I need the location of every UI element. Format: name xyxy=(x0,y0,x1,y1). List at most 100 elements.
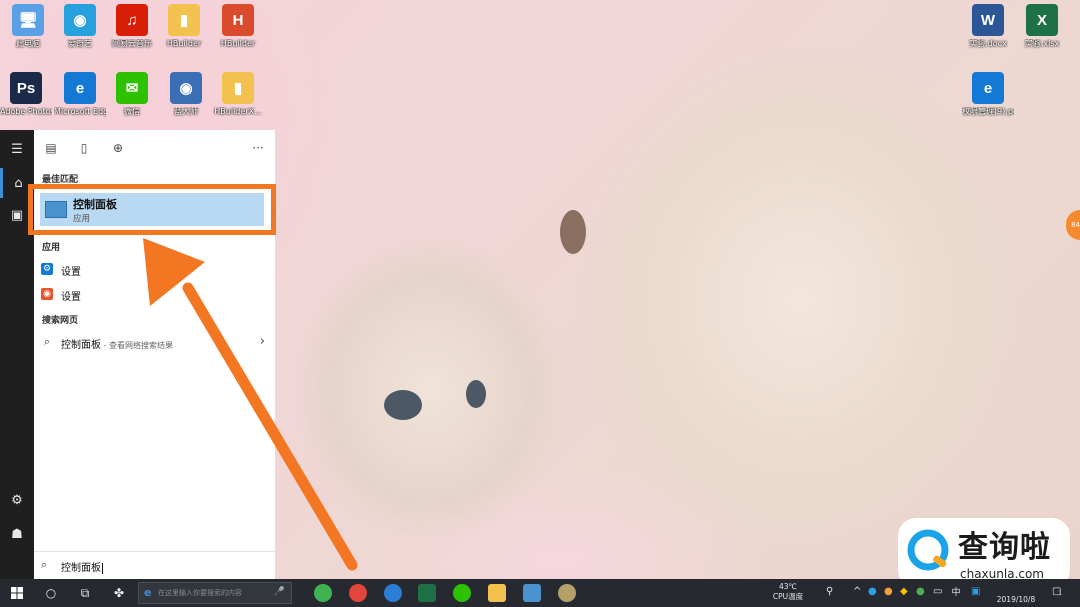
kitten-eye xyxy=(384,390,422,420)
taskbar-excel-icon[interactable] xyxy=(418,584,436,602)
hbuilder-icon: H xyxy=(222,4,254,36)
settings-icon: ⚙ xyxy=(41,263,53,275)
desktop-shortcut-label: 此电脑 xyxy=(16,39,40,48)
tray-app-icon[interactable]: ● xyxy=(884,586,893,597)
desktop-shortcut-label: 权限管理(9).pdf xyxy=(962,107,1014,116)
taskbar-folder-icon[interactable] xyxy=(488,584,506,602)
desktop-shortcut-label: 网易云音乐 xyxy=(112,39,152,48)
apps-filter-icon[interactable]: ▤ xyxy=(42,139,60,157)
desktop-shortcut-label: Adobe Photosh... xyxy=(0,107,52,116)
taskbar-app-icon[interactable] xyxy=(314,584,332,602)
apps-heading: 应用 xyxy=(42,243,61,253)
chevron-up-icon[interactable]: ^ xyxy=(853,586,861,597)
temperature-value: 43℃ xyxy=(779,582,797,591)
desktop-shortcut[interactable]: ✉ 微信 xyxy=(106,72,158,117)
desktop-shortcut[interactable]: e Microsoft Edge xyxy=(54,72,106,117)
side-badge-text: 84 xyxy=(1071,221,1080,229)
web-result-hint: - 查看网络搜索结果 xyxy=(101,341,173,350)
desktop-shortcut[interactable]: e 权限管理(9).pdf xyxy=(962,72,1014,117)
web-filter-icon[interactable]: ⊕ xyxy=(109,139,127,157)
kitten-eye xyxy=(466,380,486,408)
desktop-shortcut[interactable]: X 实验.xlsx xyxy=(1016,4,1068,49)
desktop-shortcut[interactable]: ♫ 网易云音乐 xyxy=(106,4,158,49)
app-tray-icon[interactable]: ▣ xyxy=(971,586,980,597)
desktop-shortcut-label: 微信 xyxy=(124,107,140,116)
taskbar-app-icon[interactable] xyxy=(558,584,576,602)
desktop-shortcut-label: 实验.xlsx xyxy=(1024,39,1060,48)
desktop-shortcut[interactable]: H HBuilder xyxy=(212,4,264,49)
folder-icon: ▮ xyxy=(168,4,200,36)
tray-app-icon[interactable]: ● xyxy=(916,586,925,597)
text-caret xyxy=(102,562,103,574)
taskbar-wechat-icon[interactable] xyxy=(453,584,471,602)
desktop-shortcut-label: HBuilder xyxy=(166,39,202,48)
edge-icon: e xyxy=(64,72,96,104)
cat-eye xyxy=(560,210,586,254)
windows-start-icon[interactable] xyxy=(2,579,32,607)
windows-logo-icon xyxy=(11,587,23,599)
desktop-shortcut-label: 蓝大师 xyxy=(174,107,198,116)
search-icon: ⌕ xyxy=(43,335,51,348)
desktop-shortcut[interactable]: ◉ 蓝大师 xyxy=(160,72,212,117)
fan-app-icon[interactable]: ✤ xyxy=(104,579,134,607)
web-search-result[interactable]: ⌕ 控制面板 - 查看网络搜索结果 › xyxy=(34,331,275,355)
search-input[interactable]: 控制面板 xyxy=(61,559,103,574)
photoshop-icon: Ps xyxy=(10,72,42,104)
start-search-box[interactable]: ⌕ 控制面板 xyxy=(34,551,275,580)
tray-app-icon[interactable]: ● xyxy=(868,586,877,597)
music-icon: ♫ xyxy=(116,4,148,36)
app-icon: ◉ xyxy=(41,288,53,300)
web-heading: 搜索网页 xyxy=(42,316,79,326)
app-icon: ◉ xyxy=(64,4,96,36)
desktop-shortcut-label: 实验.docx xyxy=(969,39,1007,48)
gear-icon[interactable]: ⚙ xyxy=(0,485,34,515)
desktop-shortcut[interactable]: ▮ HBuilderX... xyxy=(212,72,264,117)
network-icon[interactable]: ▭ xyxy=(933,586,942,597)
computer-icon: 🖥 xyxy=(12,4,44,36)
watermark-logo: 查询啦 chaxunla.com xyxy=(898,518,1070,588)
taskbar-search-placeholder: 在这里输入你要搜索的内容 xyxy=(158,589,242,597)
taskbar: ○ ⧉ ✤ e 在这里输入你要搜索的内容 🎤 43℃ CPU温度 ⚲ ^ ● ●… xyxy=(0,579,1080,607)
word-icon: W xyxy=(972,4,1004,36)
ime-indicator[interactable]: 中 xyxy=(950,588,962,598)
desktop-shortcut[interactable]: ▮ HBuilder xyxy=(158,4,210,49)
task-view-icon[interactable]: ⧉ xyxy=(70,579,100,607)
app-result-row[interactable]: ◉ 设置 xyxy=(34,283,275,307)
menu-icon[interactable]: ☰ xyxy=(0,134,34,164)
more-options-button[interactable]: ··· xyxy=(249,139,267,157)
desktop-shortcut-label: Microsoft Edge xyxy=(54,107,106,116)
desktop-shortcut[interactable]: W 实验.docx xyxy=(962,4,1014,49)
web-result-query: 控制面板 xyxy=(61,340,101,351)
app-result-label: 设置 xyxy=(61,267,81,278)
taskbar-app-icon[interactable] xyxy=(384,584,402,602)
desktop-shortcut[interactable]: Ps Adobe Photosh... xyxy=(0,72,52,117)
document-filter-icon[interactable]: ▯ xyxy=(75,139,93,157)
app-result-row[interactable]: ⚙ 设置 xyxy=(34,258,275,282)
chevron-right-icon[interactable]: › xyxy=(260,334,265,349)
highlight-frame xyxy=(28,184,276,235)
search-icon: ⌕ xyxy=(41,558,48,571)
taskbar-search-box[interactable]: e 在这里输入你要搜索的内容 🎤 xyxy=(138,582,292,604)
logo-icon xyxy=(907,529,949,571)
desktop-shortcut[interactable]: 🖥 此电脑 xyxy=(2,4,54,49)
mic-icon[interactable]: 🎤 xyxy=(274,587,285,597)
pdf-icon: e xyxy=(972,72,1004,104)
folder-icon: ▮ xyxy=(222,72,254,104)
clock-date[interactable]: 2019/10/8 xyxy=(990,595,1042,605)
wechat-icon: ✉ xyxy=(116,72,148,104)
people-icon[interactable]: ⚲ xyxy=(826,586,833,597)
user-icon[interactable]: ☗ xyxy=(0,519,34,549)
taskbar-control-panel-icon[interactable] xyxy=(523,584,541,602)
taskbar-chrome-icon[interactable] xyxy=(349,584,367,602)
cortana-icon[interactable]: ○ xyxy=(36,579,66,607)
edge-icon: e xyxy=(144,586,152,599)
notification-count: 1 xyxy=(1058,590,1062,597)
app-result-label: 设置 xyxy=(61,292,81,303)
desktop-shortcut-label: 爱奇艺 xyxy=(68,39,92,48)
desktop-shortcut[interactable]: ◉ 爱奇艺 xyxy=(54,4,106,49)
app-icon: ◉ xyxy=(170,72,202,104)
watermark-title: 查询啦 xyxy=(958,530,1051,565)
tray-app-icon[interactable]: ◆ xyxy=(900,586,908,597)
temperature-label: CPU温度 xyxy=(772,592,804,601)
excel-icon: X xyxy=(1026,4,1058,36)
